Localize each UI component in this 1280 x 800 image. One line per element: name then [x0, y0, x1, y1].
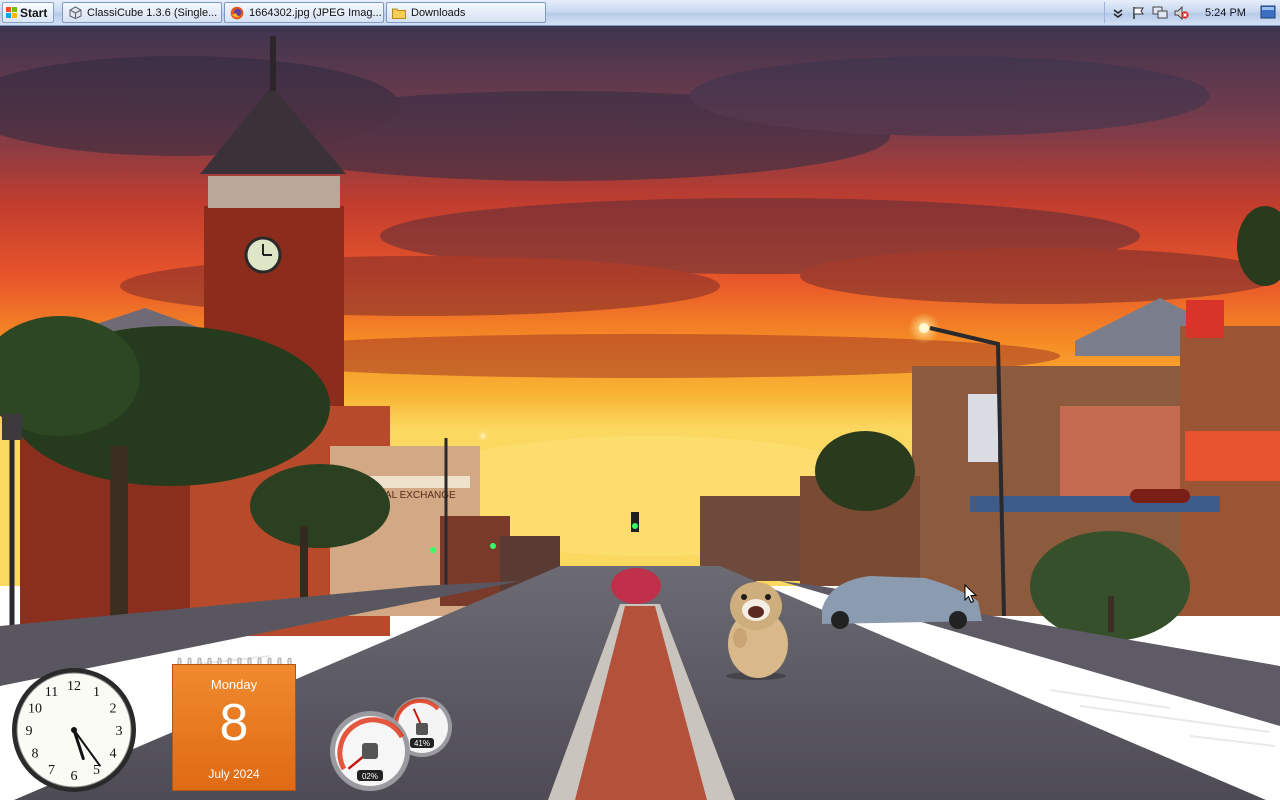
flag-icon[interactable]	[1131, 5, 1147, 21]
calendar-page: Monday 8 July 2024	[172, 664, 296, 791]
classicube-icon	[68, 6, 82, 20]
memory-percent: 41%	[414, 739, 430, 748]
folder-icon	[392, 6, 406, 20]
cpu-meter-gadget[interactable]: 41% 02%	[330, 697, 456, 791]
task-button-downloads[interactable]: Downloads	[386, 2, 546, 23]
clock-numeral: 10	[28, 702, 42, 717]
firefox-icon	[230, 6, 244, 20]
volume-muted-icon[interactable]	[1173, 5, 1189, 21]
chevron-down-icon[interactable]	[1110, 5, 1126, 21]
analog-clock-gadget[interactable]: 1234567891011 12	[10, 666, 138, 794]
task-button-classicube[interactable]: ClassiCube 1.3.6 (Single...	[62, 2, 222, 23]
cpu-dial: 02%	[330, 711, 410, 791]
clock-numeral: 7	[48, 763, 55, 778]
desktop: ROYAL EXCHANGE Start ClassiCube 1.3.6 (S…	[0, 0, 1280, 800]
task-label: ClassiCube 1.3.6 (Single...	[87, 6, 218, 19]
clock-numeral: 4	[110, 747, 117, 762]
show-desktop-icon[interactable]	[1260, 4, 1276, 20]
calendar-weekday: Monday	[210, 677, 258, 692]
desktop-pet-hamster[interactable]	[720, 578, 792, 680]
calendar-month-year: July 2024	[208, 767, 260, 781]
clock-numeral: 9	[26, 724, 33, 739]
task-label: 1664302.jpg (JPEG Imag...	[249, 6, 382, 19]
clock-numeral: 11	[45, 685, 58, 700]
task-label: Downloads	[411, 6, 466, 19]
clock-numeral: 1	[93, 685, 100, 700]
start-button[interactable]: Start	[2, 2, 54, 23]
clock-numeral: 12	[67, 679, 81, 694]
calendar-day: 8	[219, 694, 249, 752]
clock-numeral: 3	[116, 724, 123, 739]
calendar-gadget[interactable]: Monday 8 July 2024	[172, 657, 296, 791]
mouse-cursor-icon	[964, 584, 978, 604]
taskbar: Start ClassiCube 1.3.6 (Single... 166430…	[0, 0, 1280, 26]
start-label: Start	[20, 5, 48, 20]
system-tray: 5:24 PM	[1104, 2, 1257, 23]
cpu-percent: 02%	[362, 772, 378, 781]
clock-numeral: 8	[32, 747, 39, 762]
clock-numeral: 6	[71, 769, 78, 784]
network-icon[interactable]	[1152, 5, 1168, 21]
task-button-jpeg-image[interactable]: 1664302.jpg (JPEG Imag...	[224, 2, 384, 23]
clock-numeral: 2	[110, 702, 117, 717]
windows-logo-icon	[6, 6, 18, 19]
taskbar-clock[interactable]: 5:24 PM	[1205, 7, 1246, 19]
